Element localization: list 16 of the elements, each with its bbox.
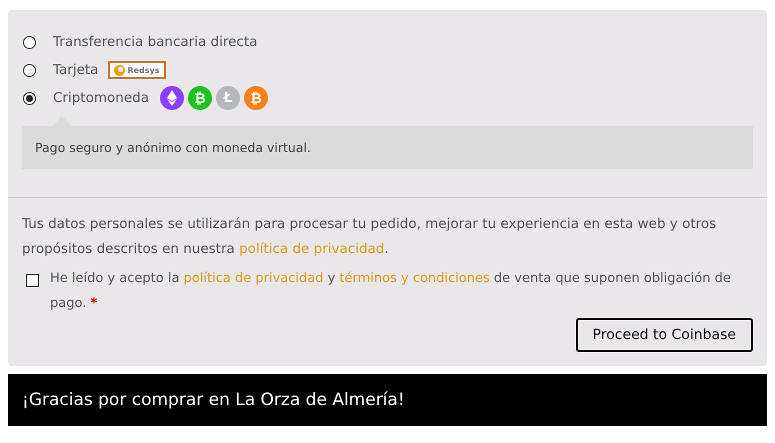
coin-icon: ₿ (188, 86, 212, 110)
radio-button[interactable] (23, 64, 36, 76)
proceed-button[interactable]: Proceed to Coinbase (576, 318, 753, 352)
payment-method-label[interactable]: Transferencia bancaria directa (53, 34, 258, 50)
terms-label: He leído y acepto la política de privacidad y términos y condiciones de venta que suponen obligación de pago. * (50, 270, 732, 313)
privacy-notice: Tus datos personales se utilizarán para procesar tu pedido, mejorar tu experiencia en esta web y otros propósitos descritos en nuestra política de privacidad. (22, 215, 718, 259)
method-description: Pago seguro y anónimo con moneda virtual. (22, 126, 753, 169)
radio-button[interactable] (23, 92, 36, 104)
coin-icon: ₿ (244, 86, 268, 110)
radio-button[interactable] (23, 36, 36, 48)
payment-method-label[interactable]: Tarjeta (53, 62, 98, 78)
footer-message: ¡Gracias por comprar en La Orza de Almería! (22, 390, 405, 410)
terms-checkbox[interactable] (26, 274, 39, 287)
payment-logo: Redsys (108, 61, 166, 79)
coin-icon: Ł (216, 86, 240, 110)
payment-method-label[interactable]: Criptomoneda (53, 90, 149, 106)
